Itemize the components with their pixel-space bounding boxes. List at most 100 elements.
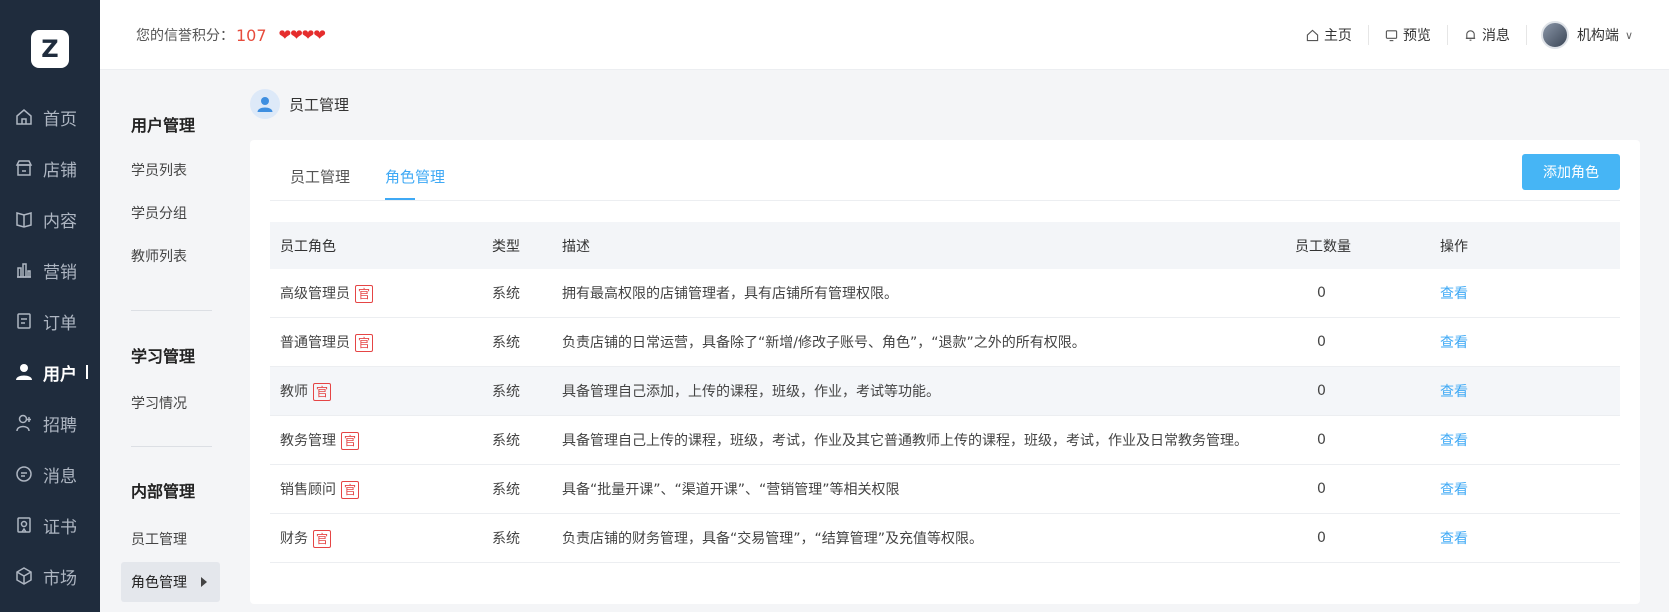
- description-cell: 拥有最高权限的店铺管理者，具有店铺所有管理权限。: [562, 286, 898, 302]
- home-link[interactable]: 主页: [1290, 25, 1369, 45]
- role-name-cell: 教师官: [280, 381, 332, 401]
- subnav-group-title: 内部管理: [131, 482, 196, 501]
- nav-item-store[interactable]: 店铺: [0, 148, 100, 188]
- account-name: 机构端: [1576, 28, 1619, 44]
- nav-label: 招聘: [43, 415, 77, 436]
- count-cell: 0: [1317, 432, 1326, 448]
- view-link[interactable]: 查看: [1440, 283, 1468, 303]
- subnav-item-student-list[interactable]: 学员列表: [131, 160, 187, 180]
- type-cell: 系统: [492, 433, 520, 449]
- roles-table: 员工角色 类型 描述 员工数量 操作 高级管理员官 系统 拥有最高权限的店铺管理…: [270, 222, 1620, 563]
- role-name-cell: 高级管理员官: [280, 283, 374, 303]
- nav-item-messages[interactable]: 消息: [0, 454, 100, 494]
- description-cell: 负责店铺的财务管理，具备“交易管理”，“结算管理”及充值等权限。: [562, 531, 984, 547]
- table-row: 普通管理员官 系统 负责店铺的日常运营，具备除了“新增/修改子账号、角色”，“退…: [270, 318, 1620, 367]
- top-header: 您的信誉积分： 107 ❤❤❤❤ 主页 预览 消息 机构端 ∨: [100, 0, 1669, 70]
- user-icon: [15, 363, 33, 381]
- table-row: 教务管理官 系统 具备管理自己上传的课程，班级，考试，作业及其它普通教师上传的课…: [270, 416, 1620, 465]
- type-cell: 系统: [492, 384, 520, 400]
- description-cell: 具备管理自己添加，上传的课程，班级，作业，考试等功能。: [562, 384, 940, 400]
- home-icon: [15, 108, 33, 126]
- column-header-type: 类型: [492, 238, 520, 255]
- credit-label: 您的信誉积分：: [136, 28, 234, 44]
- nav-item-certificate[interactable]: 证书: [0, 505, 100, 545]
- logo[interactable]: Z: [31, 30, 69, 68]
- preview-link[interactable]: 预览: [1369, 25, 1448, 45]
- preview-link-label: 预览: [1402, 28, 1431, 44]
- view-link[interactable]: 查看: [1440, 332, 1468, 352]
- table-row: 高级管理员官 系统 拥有最高权限的店铺管理者，具有店铺所有管理权限。 0 查看: [270, 269, 1620, 318]
- type-cell: 系统: [492, 482, 520, 498]
- tab-roles[interactable]: 角色管理: [385, 166, 445, 187]
- bell-icon: [1465, 29, 1476, 41]
- monitor-icon: [1385, 29, 1398, 41]
- table-row: 财务官 系统 负责店铺的财务管理，具备“交易管理”，“结算管理”及充值等权限。 …: [270, 514, 1620, 563]
- nav-label: 首页: [43, 109, 77, 130]
- nav-label: 市场: [43, 568, 77, 589]
- heart-icons: ❤❤❤❤: [278, 26, 326, 44]
- credit-score: 您的信誉积分： 107 ❤❤❤❤: [136, 25, 326, 45]
- description-cell: 具备“批量开课”、“渠道开课”、“营销管理”等相关权限: [562, 482, 900, 498]
- role-name: 教师: [280, 384, 308, 400]
- count-cell: 0: [1317, 383, 1326, 399]
- count-cell: 0: [1317, 334, 1326, 350]
- column-header-actions: 操作: [1440, 238, 1468, 255]
- page-header: 员工管理: [250, 89, 349, 119]
- official-badge: 官: [355, 334, 374, 352]
- nav-item-recruit[interactable]: 招聘: [0, 403, 100, 443]
- official-badge: 官: [313, 383, 332, 401]
- nav-label: 证书: [43, 517, 77, 538]
- role-name-cell: 财务官: [280, 528, 332, 548]
- left-nav: Z 首页 店铺 内容 营销 订单 用户 招聘 消息 证书 市场: [0, 0, 100, 612]
- subnav-item-learning[interactable]: 学习情况: [131, 393, 187, 413]
- view-link[interactable]: 查看: [1440, 381, 1468, 401]
- subnav-item-staff[interactable]: 员工管理: [131, 529, 187, 549]
- table-row: 销售顾问官 系统 具备“批量开课”、“渠道开课”、“营销管理”等相关权限 0 查…: [270, 465, 1620, 514]
- content-card: 员工管理 角色管理 添加角色 员工角色 类型 描述 员工数量 操作 高级管理员官…: [250, 140, 1640, 604]
- role-name-cell: 教务管理官: [280, 430, 360, 450]
- official-badge: 官: [341, 432, 360, 450]
- nav-label: 营销: [43, 262, 77, 283]
- role-name: 教务管理: [280, 433, 336, 449]
- tab-bar: 员工管理 角色管理: [270, 140, 1620, 201]
- subnav-item-teacher-list[interactable]: 教师列表: [131, 246, 187, 266]
- count-cell: 0: [1317, 530, 1326, 546]
- view-link[interactable]: 查看: [1440, 430, 1468, 450]
- header-actions: 主页 预览 消息 机构端 ∨: [1290, 18, 1633, 52]
- nav-item-content[interactable]: 内容: [0, 199, 100, 239]
- table-header: 员工角色 类型 描述 员工数量 操作: [270, 222, 1620, 269]
- role-name: 财务: [280, 531, 308, 547]
- add-role-button[interactable]: 添加角色: [1522, 154, 1620, 190]
- view-link[interactable]: 查看: [1440, 479, 1468, 499]
- messages-link[interactable]: 消息: [1448, 25, 1527, 45]
- nav-item-users[interactable]: 用户: [0, 352, 100, 392]
- caret-right-icon: [201, 577, 207, 587]
- official-badge: 官: [313, 530, 332, 548]
- book-icon: [15, 210, 33, 228]
- column-header-description: 描述: [562, 238, 590, 255]
- messages-link-label: 消息: [1481, 28, 1510, 44]
- nav-item-marketing[interactable]: 营销: [0, 250, 100, 290]
- table-row: 教师官 系统 具备管理自己添加，上传的课程，班级，作业，考试等功能。 0 查看: [270, 367, 1620, 416]
- type-cell: 系统: [492, 286, 520, 302]
- divider: [131, 446, 212, 447]
- official-badge: 官: [341, 481, 360, 499]
- account-menu[interactable]: 机构端 ∨: [1527, 21, 1633, 49]
- nav-item-orders[interactable]: 订单: [0, 301, 100, 341]
- nav-item-home[interactable]: 首页: [0, 97, 100, 137]
- nav-label: 内容: [43, 211, 77, 232]
- nav-label: 消息: [43, 466, 77, 487]
- role-name: 高级管理员: [280, 286, 350, 302]
- subnav-item-roles[interactable]: 角色管理: [121, 562, 220, 602]
- subnav-item-student-groups[interactable]: 学员分组: [131, 203, 187, 223]
- tab-active-indicator: [385, 198, 415, 200]
- nav-item-market[interactable]: 市场: [0, 556, 100, 596]
- column-header-count: 员工数量: [1295, 238, 1351, 255]
- role-name: 销售顾问: [280, 482, 336, 498]
- nav-label: 用户: [43, 364, 77, 385]
- nav-label: 店铺: [43, 160, 77, 181]
- official-badge: 官: [355, 285, 374, 303]
- active-indicator: [86, 365, 88, 379]
- tab-staff[interactable]: 员工管理: [290, 166, 350, 187]
- view-link[interactable]: 查看: [1440, 528, 1468, 548]
